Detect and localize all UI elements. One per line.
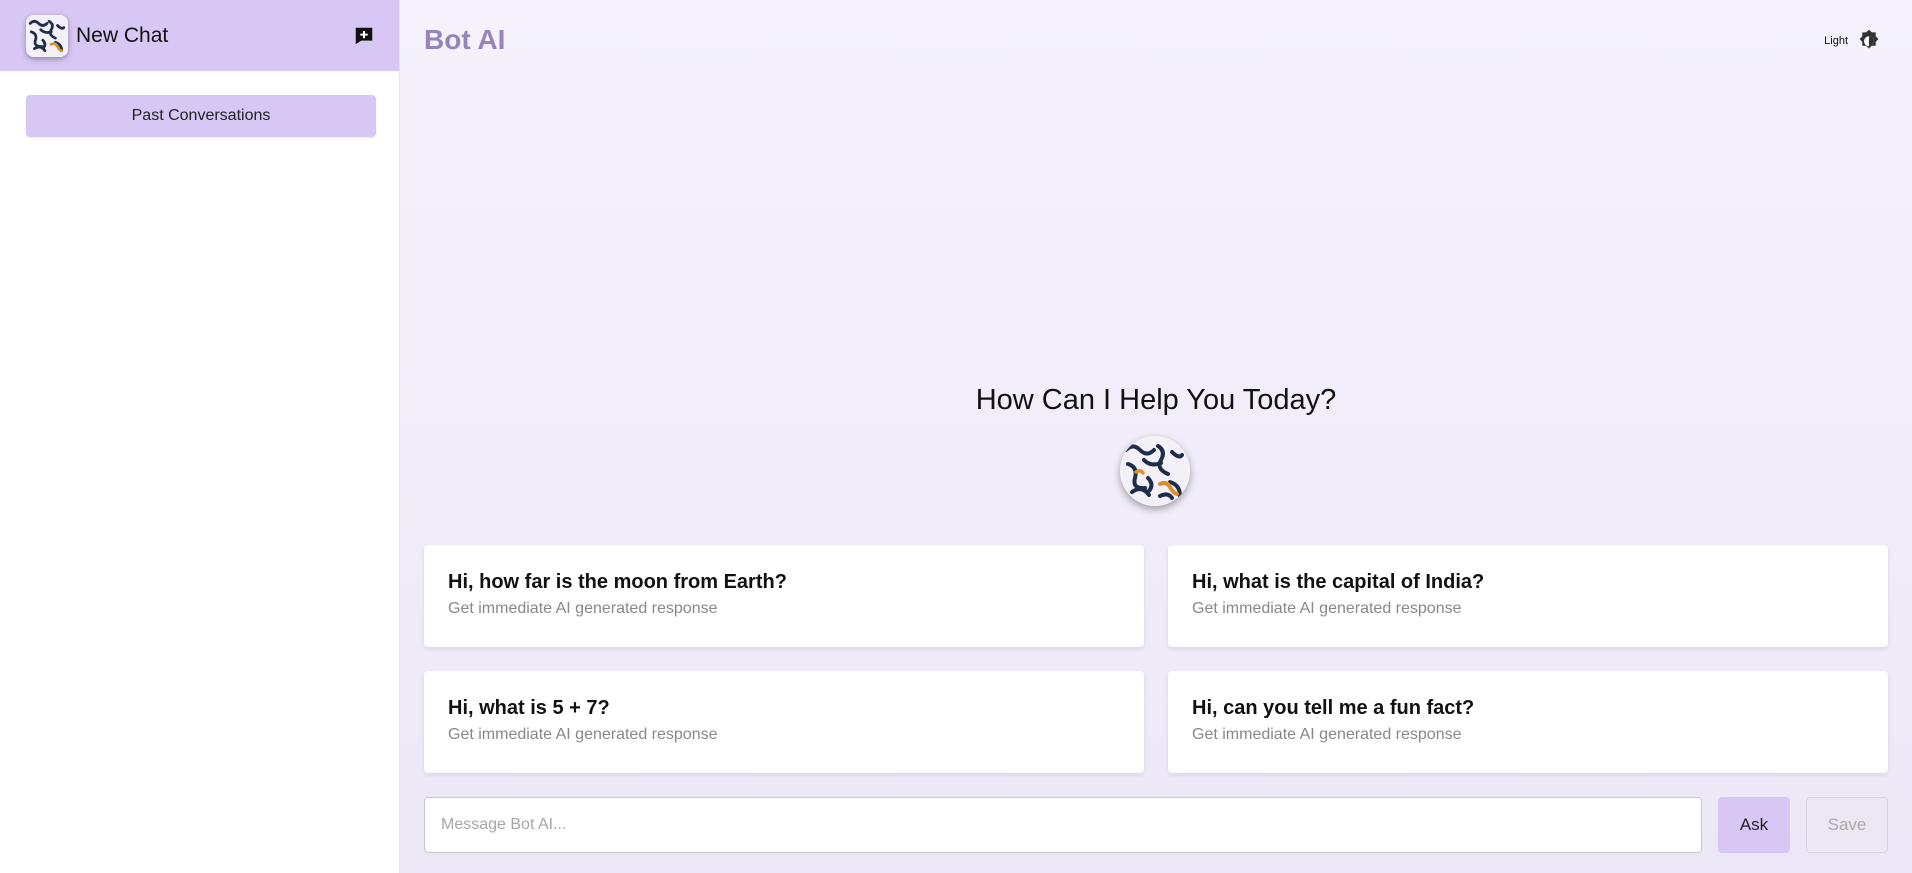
theme-label: Light bbox=[1824, 35, 1848, 47]
suggestion-subtitle: Get immediate AI generated response bbox=[448, 600, 718, 617]
brand-title: Bot AI bbox=[424, 24, 506, 55]
new-chat-label[interactable]: New Chat bbox=[76, 24, 353, 48]
suggestion-card[interactable]: Hi, what is 5 + 7? Get immediate AI gene… bbox=[424, 671, 1144, 773]
suggestion-card[interactable]: Hi, can you tell me a fun fact? Get imme… bbox=[1168, 671, 1888, 773]
suggestion-subtitle: Get immediate AI generated response bbox=[448, 726, 718, 743]
brightness-icon[interactable] bbox=[1856, 28, 1882, 54]
past-conversations-button[interactable]: Past Conversations bbox=[26, 95, 376, 137]
suggestion-title: Hi, how far is the moon from Earth? bbox=[448, 571, 787, 593]
suggestion-card[interactable]: Hi, how far is the moon from Earth? Get … bbox=[424, 545, 1144, 647]
suggestion-subtitle: Get immediate AI generated response bbox=[1192, 726, 1462, 743]
suggestion-card[interactable]: Hi, what is the capital of India? Get im… bbox=[1168, 545, 1888, 647]
sidebar: New Chat Past Conversations bbox=[0, 0, 400, 873]
new-chat-header[interactable]: New Chat bbox=[0, 0, 399, 71]
suggestion-title: Hi, what is 5 + 7? bbox=[448, 697, 610, 719]
suggestion-title: Hi, can you tell me a fun fact? bbox=[1192, 697, 1475, 719]
main-panel: Bot AI Light How Can I Help You Today? H… bbox=[400, 0, 1912, 873]
theme-toggle[interactable]: Light bbox=[1824, 28, 1882, 54]
bot-avatar-icon bbox=[1120, 436, 1190, 506]
greeting-heading: How Can I Help You Today? bbox=[975, 384, 1337, 416]
add-comment-icon[interactable] bbox=[353, 25, 375, 47]
save-button[interactable]: Save bbox=[1806, 797, 1888, 853]
ask-button[interactable]: Ask bbox=[1718, 797, 1790, 853]
message-input[interactable] bbox=[424, 797, 1702, 853]
suggestion-subtitle: Get immediate AI generated response bbox=[1192, 600, 1462, 617]
bot-logo-icon bbox=[26, 14, 68, 57]
suggestion-title: Hi, what is the capital of India? bbox=[1192, 571, 1485, 593]
